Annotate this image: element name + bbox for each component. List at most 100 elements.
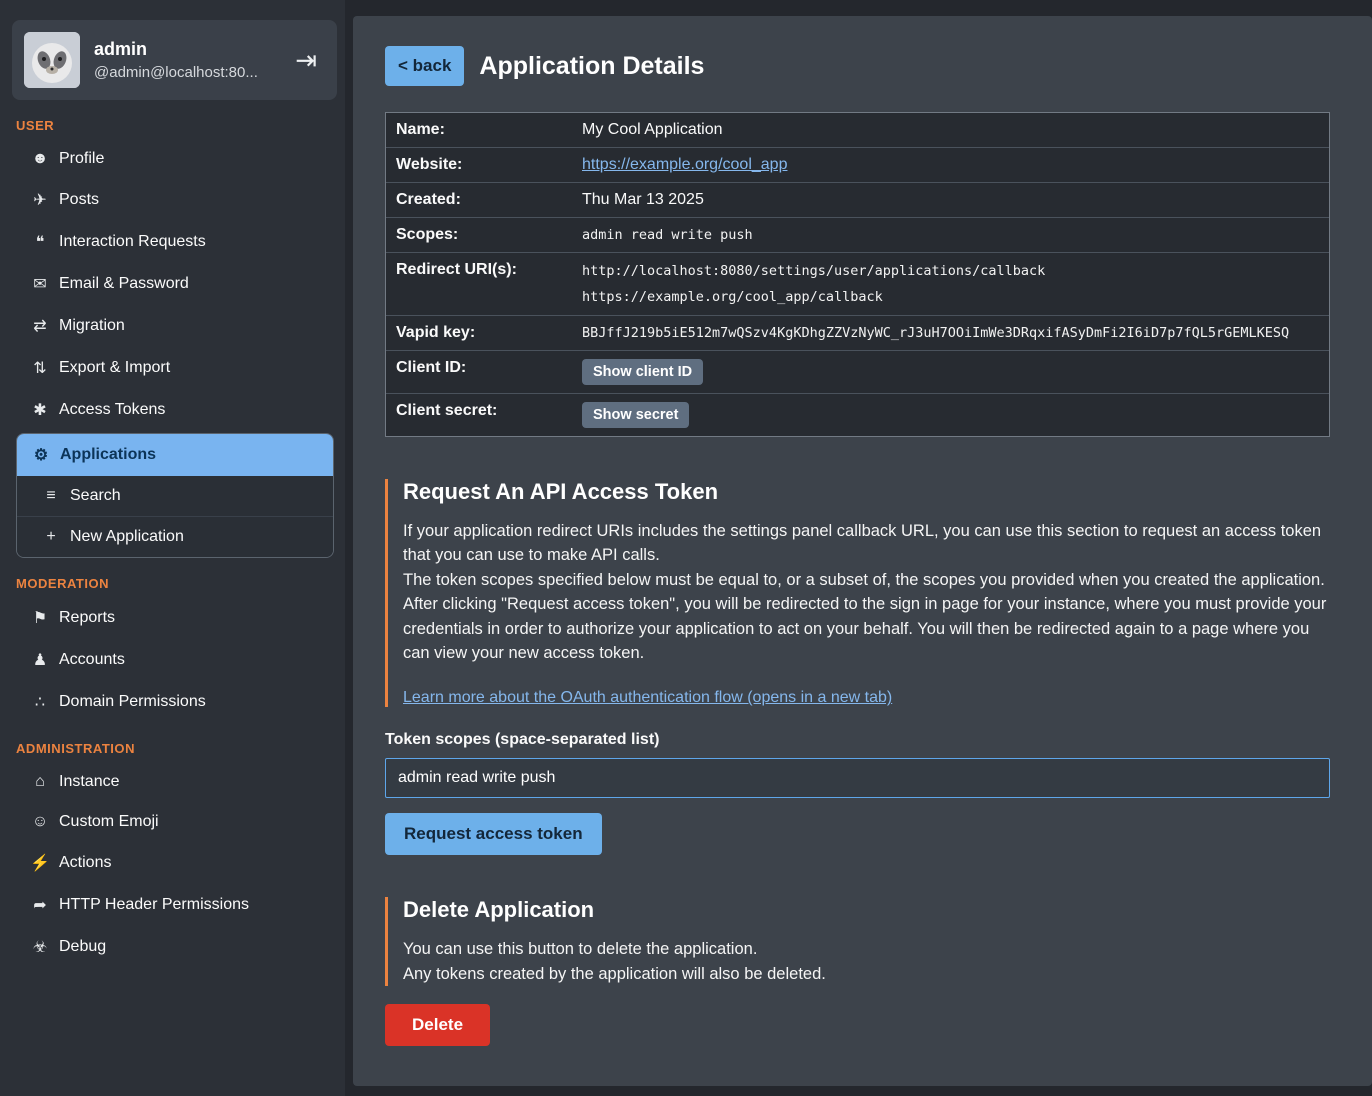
token-scopes-label: Token scopes (space-separated list)	[385, 731, 1330, 749]
request-token-section: Request An API Access Token If your appl…	[385, 479, 1330, 855]
show-secret-button[interactable]: Show secret	[582, 402, 689, 428]
delete-application-section: Delete Application You can use this butt…	[385, 897, 1330, 1046]
user-card[interactable]: admin @admin@localhost:80... ⇥	[12, 20, 337, 100]
table-row: Client secret: Show secret	[386, 394, 1329, 436]
settings-panel: admin @admin@localhost:80... ⇥ USER ☻ Pr…	[0, 0, 1372, 1096]
section-title: Request An API Access Token	[403, 479, 1330, 505]
delete-description: Delete Application You can use this butt…	[385, 897, 1330, 986]
sidebar-nav: USER ☻ Profile ✈ Posts ❝ Interaction Req…	[0, 118, 345, 968]
avatar	[24, 32, 80, 88]
username: admin	[94, 39, 281, 60]
sidebar-item-label: Applications	[60, 446, 156, 464]
page-title: Application Details	[479, 52, 704, 81]
table-row: Created: Thu Mar 13 2025	[386, 183, 1329, 218]
sidebar-item-migration[interactable]: ⇄ Migration	[0, 305, 345, 347]
row-label: Redirect URI(s):	[386, 253, 572, 287]
request-token-description: Request An API Access Token If your appl…	[385, 479, 1330, 707]
plus-icon: +	[41, 528, 61, 546]
arrows-left-right-icon: ⇄	[30, 316, 50, 336]
section-paragraph: After clicking "Request access token", y…	[403, 592, 1330, 665]
sidebar-item-label: Custom Emoji	[59, 813, 159, 831]
redirect-uri: https://example.org/cool_app/callback	[582, 287, 1319, 307]
request-access-token-button[interactable]: Request access token	[385, 813, 602, 855]
floppy-disk-icon: ⇅	[30, 358, 50, 378]
paper-plane-icon: ✈	[30, 190, 50, 210]
row-label: Created:	[386, 183, 572, 217]
table-row: Name: My Cool Application	[386, 113, 1329, 148]
sidebar-item-label: Reports	[59, 609, 115, 627]
table-row: Client ID: Show client ID	[386, 351, 1329, 394]
row-label: Website:	[386, 148, 572, 182]
sidebar-item-applications[interactable]: ⚙ Applications	[17, 434, 333, 476]
main-content: < back Application Details Name: My Cool…	[353, 16, 1372, 1086]
website-link[interactable]: https://example.org/cool_app	[582, 156, 787, 173]
row-label: Client secret:	[386, 394, 572, 428]
show-client-id-button[interactable]: Show client ID	[582, 359, 703, 385]
table-row: Website: https://example.org/cool_app	[386, 148, 1329, 183]
user-meta: admin @admin@localhost:80...	[94, 39, 281, 81]
sidebar-item-label: Domain Permissions	[59, 693, 206, 711]
applications-submenu: ≡ Search + New Application	[17, 476, 333, 557]
sidebar-item-export-import[interactable]: ⇅ Export & Import	[0, 347, 345, 389]
sidebar-item-domain-permissions[interactable]: ∴ Domain Permissions	[0, 681, 345, 723]
tools-icon: ⚙	[31, 445, 51, 465]
sidebar-item-access-tokens[interactable]: ✱ Access Tokens	[0, 389, 345, 431]
smiley-icon: ☺	[30, 813, 50, 831]
sidebar-item-label: Accounts	[59, 651, 125, 669]
sidebar-item-email-password[interactable]: ✉ Email & Password	[0, 263, 345, 305]
section-paragraph: Any tokens created by the application wi…	[403, 962, 1330, 986]
application-details-table: Name: My Cool Application Website: https…	[385, 112, 1330, 437]
sidebar-item-accounts[interactable]: ♟ Accounts	[0, 639, 345, 681]
scopes-value: admin read write push	[572, 219, 1329, 251]
delete-button[interactable]: Delete	[385, 1004, 490, 1046]
sidebar-item-actions[interactable]: ⚡ Actions	[0, 842, 345, 884]
user-handle: @admin@localhost:80...	[94, 64, 281, 81]
sidebar-item-label: Posts	[59, 191, 99, 209]
section-heading-user: USER	[16, 118, 329, 133]
sidebar-item-label: HTTP Header Permissions	[59, 896, 249, 914]
sidebar-item-posts[interactable]: ✈ Posts	[0, 179, 345, 221]
share-arrow-icon: ➦	[30, 895, 50, 915]
list-icon: ≡	[41, 487, 61, 505]
envelope-icon: ✉	[30, 274, 50, 294]
table-row: Scopes: admin read write push	[386, 218, 1329, 253]
sidebar-item-label: Profile	[59, 150, 104, 168]
sidebar: admin @admin@localhost:80... ⇥ USER ☻ Pr…	[0, 0, 345, 1096]
sidebar-item-reports[interactable]: ⚑ Reports	[0, 597, 345, 639]
back-button[interactable]: < back	[385, 46, 464, 86]
section-paragraph: The token scopes specified below must be…	[403, 568, 1330, 592]
flag-icon: ⚑	[30, 608, 50, 628]
sidebar-item-interaction-requests[interactable]: ❝ Interaction Requests	[0, 221, 345, 263]
section-paragraph: You can use this button to delete the ap…	[403, 937, 1330, 961]
sidebar-item-applications-search[interactable]: ≡ Search	[17, 476, 333, 516]
sidebar-item-label: Instance	[59, 773, 119, 791]
token-scopes-input[interactable]	[385, 758, 1330, 798]
sidebar-item-label: Search	[70, 487, 121, 505]
sidebar-item-label: Interaction Requests	[59, 233, 206, 251]
section-title: Delete Application	[403, 897, 1330, 923]
oauth-docs-link[interactable]: Learn more about the OAuth authenticatio…	[403, 689, 892, 706]
table-row: Redirect URI(s): http://localhost:8080/s…	[386, 253, 1329, 316]
users-icon: ♟	[30, 650, 50, 670]
bug-icon: ☣	[30, 937, 50, 957]
sidebar-item-profile[interactable]: ☻ Profile	[0, 139, 345, 179]
sidebar-item-label: Access Tokens	[59, 401, 165, 419]
sidebar-item-label: Migration	[59, 317, 125, 335]
sitemap-icon: ⌂	[30, 773, 50, 791]
section-paragraph: If your application redirect URIs includ…	[403, 519, 1330, 568]
bolt-icon: ⚡	[30, 853, 50, 873]
sidebar-item-label: Actions	[59, 854, 111, 872]
row-label: Scopes:	[386, 218, 572, 252]
redirect-uri: http://localhost:8080/settings/user/appl…	[582, 261, 1319, 281]
sidebar-item-instance[interactable]: ⌂ Instance	[0, 762, 345, 802]
sidebar-item-label: Export & Import	[59, 359, 170, 377]
sidebar-item-debug[interactable]: ☣ Debug	[0, 926, 345, 968]
redirect-uris-value: http://localhost:8080/settings/user/appl…	[572, 253, 1329, 315]
logout-icon[interactable]: ⇥	[295, 45, 325, 76]
sidebar-item-http-header-permissions[interactable]: ➦ HTTP Header Permissions	[0, 884, 345, 926]
user-icon: ☻	[30, 150, 50, 168]
sidebar-item-new-application[interactable]: + New Application	[17, 516, 333, 557]
sidebar-item-custom-emoji[interactable]: ☺ Custom Emoji	[0, 802, 345, 842]
sidebar-item-label: Email & Password	[59, 275, 189, 293]
table-row: Vapid key: BBJffJ219b5iE512m7wQSzv4KgKDh…	[386, 316, 1329, 351]
